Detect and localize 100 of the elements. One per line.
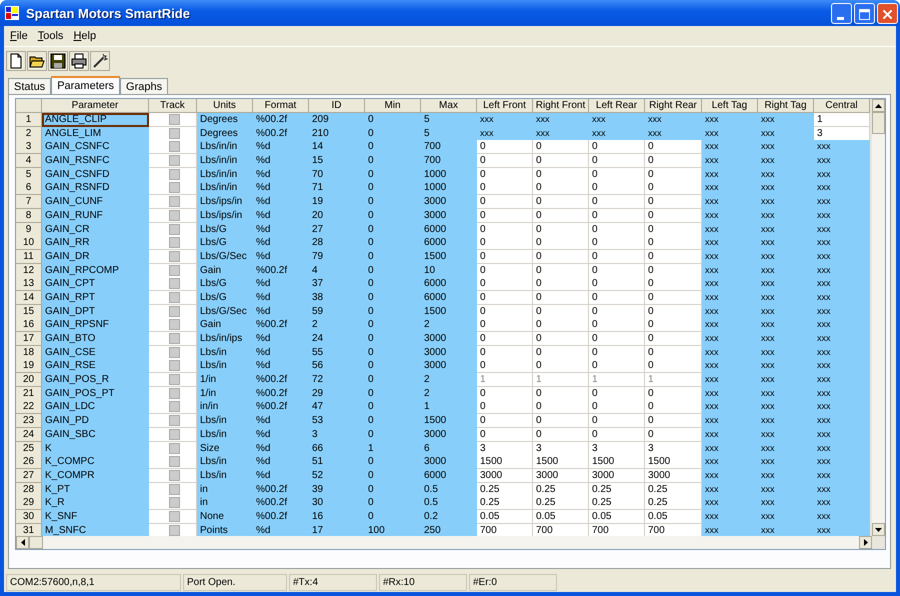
table-cell[interactable]: xxx xyxy=(814,359,870,374)
table-cell[interactable]: xxx xyxy=(814,468,870,483)
checkbox[interactable] xyxy=(168,374,180,386)
table-cell[interactable]: GAIN_POS_PT xyxy=(42,386,149,401)
table-cell[interactable]: 0 xyxy=(533,400,589,414)
column-header[interactable]: Track xyxy=(149,99,197,113)
checkbox[interactable] xyxy=(168,401,180,412)
table-cell[interactable]: GAIN_RSNFD xyxy=(42,181,149,196)
table-cell[interactable]: xxx xyxy=(814,264,870,278)
table-cell[interactable]: 0 xyxy=(645,208,702,223)
table-cell[interactable]: 3000 xyxy=(589,468,645,483)
table-cell[interactable]: 3 xyxy=(589,442,645,456)
row-header[interactable]: 8 xyxy=(16,208,42,223)
table-cell[interactable]: xxx xyxy=(814,428,870,442)
table-cell[interactable]: 3 xyxy=(533,442,589,456)
table-cell[interactable]: xxx xyxy=(814,195,870,210)
table-cell[interactable]: 0.25 xyxy=(589,482,645,497)
table-cell[interactable]: 0 xyxy=(477,236,533,250)
table-cell[interactable]: 0.25 xyxy=(477,496,533,510)
table-cell[interactable]: xxx xyxy=(814,482,870,497)
table-cell[interactable]: 1 xyxy=(814,113,870,127)
checkbox[interactable] xyxy=(168,128,180,139)
table-cell[interactable]: 700 xyxy=(477,524,533,536)
vertical-scrollbar[interactable] xyxy=(872,99,885,536)
table-cell[interactable]: 0.05 xyxy=(589,510,645,524)
table-cell[interactable]: 0 xyxy=(589,386,645,401)
checkbox[interactable] xyxy=(168,484,180,495)
table-cell[interactable]: 0 xyxy=(477,332,533,346)
column-header[interactable]: Min xyxy=(365,99,421,113)
checkbox[interactable] xyxy=(168,114,180,125)
table-cell[interactable]: 0.05 xyxy=(477,510,533,524)
table-cell[interactable]: 700 xyxy=(589,524,645,536)
table-cell[interactable]: xxx xyxy=(814,400,870,414)
table-cell[interactable]: GAIN_BTO xyxy=(42,332,149,346)
table-cell[interactable]: K_COMPR xyxy=(42,468,149,483)
table-cell[interactable]: 0 xyxy=(589,168,645,182)
table-cell[interactable]: xxx xyxy=(814,208,870,223)
checkbox[interactable] xyxy=(168,456,180,468)
table-cell[interactable]: 0.25 xyxy=(589,496,645,510)
table-cell[interactable]: 0 xyxy=(645,400,702,414)
checkbox[interactable] xyxy=(168,510,180,522)
table-cell[interactable]: 0 xyxy=(589,222,645,236)
row-header[interactable]: 19 xyxy=(16,359,42,374)
column-header[interactable]: Right Front xyxy=(533,99,589,113)
tab[interactable]: Status xyxy=(8,78,52,94)
table-cell[interactable]: xxx xyxy=(814,290,870,305)
table-cell[interactable]: xxx xyxy=(814,304,870,319)
row-header[interactable]: 10 xyxy=(16,236,42,250)
table-cell[interactable]: K xyxy=(42,442,149,456)
table-cell[interactable]: 0 xyxy=(533,318,589,332)
table-cell[interactable]: 0 xyxy=(645,250,702,264)
table-cell[interactable]: 0 xyxy=(645,304,702,319)
row-header[interactable]: 1 xyxy=(16,113,42,127)
table-cell[interactable]: 0 xyxy=(533,359,589,374)
table-cell[interactable]: 0 xyxy=(477,428,533,442)
column-header[interactable]: Parameter xyxy=(42,99,149,113)
row-header[interactable]: 27 xyxy=(16,468,42,483)
table-cell[interactable]: 700 xyxy=(533,524,589,536)
checkbox[interactable] xyxy=(168,182,180,194)
table-cell[interactable]: 0.25 xyxy=(645,496,702,510)
row-header[interactable]: 18 xyxy=(16,346,42,360)
table-cell[interactable]: 0 xyxy=(477,290,533,305)
table-cell[interactable]: 3000 xyxy=(533,468,589,483)
table-cell[interactable]: 0 xyxy=(477,181,533,196)
table-cell[interactable]: 0 xyxy=(589,140,645,154)
table-cell[interactable]: GAIN_CR xyxy=(42,222,149,236)
table-cell[interactable]: 1500 xyxy=(477,455,533,470)
table-cell[interactable]: 0 xyxy=(477,304,533,319)
table-cell[interactable]: 0 xyxy=(533,154,589,168)
table-cell[interactable]: 0 xyxy=(477,386,533,401)
table-cell[interactable]: 3000 xyxy=(477,468,533,483)
row-header[interactable]: 28 xyxy=(16,482,42,497)
table-cell[interactable]: xxx xyxy=(477,126,533,141)
checkbox[interactable] xyxy=(168,360,180,372)
table-cell[interactable]: 0 xyxy=(589,154,645,168)
row-header[interactable]: 17 xyxy=(16,332,42,346)
table-cell[interactable]: xxx xyxy=(814,154,870,168)
toolbar-button[interactable] xyxy=(48,51,68,71)
minimize-button[interactable] xyxy=(831,2,852,24)
toolbar-button[interactable] xyxy=(90,51,110,71)
table-cell[interactable]: 0 xyxy=(589,264,645,278)
column-header[interactable]: Left Front xyxy=(477,99,533,113)
menu-item[interactable]: Tools xyxy=(38,30,64,42)
table-cell[interactable]: GAIN_RPT xyxy=(42,290,149,305)
table-cell[interactable]: 0 xyxy=(589,304,645,319)
checkbox[interactable] xyxy=(168,346,180,358)
table-cell[interactable]: GAIN_RUNF xyxy=(42,208,149,223)
table-cell[interactable]: xxx xyxy=(814,236,870,250)
horizontal-scrollbar[interactable] xyxy=(16,536,872,549)
table-cell[interactable]: 0 xyxy=(477,414,533,428)
table-cell[interactable]: 0 xyxy=(533,428,589,442)
table-cell[interactable]: xxx xyxy=(477,113,533,127)
table-cell[interactable]: K_SNF xyxy=(42,510,149,524)
row-header[interactable]: 23 xyxy=(16,414,42,428)
table-cell[interactable]: 0 xyxy=(533,277,589,292)
table-cell[interactable]: K_PT xyxy=(42,482,149,497)
column-header[interactable]: Right Tag xyxy=(758,99,814,113)
table-cell[interactable]: 0 xyxy=(477,208,533,223)
table-cell[interactable]: GAIN_LDC xyxy=(42,400,149,414)
table-cell[interactable]: GAIN_RPSNF xyxy=(42,318,149,332)
